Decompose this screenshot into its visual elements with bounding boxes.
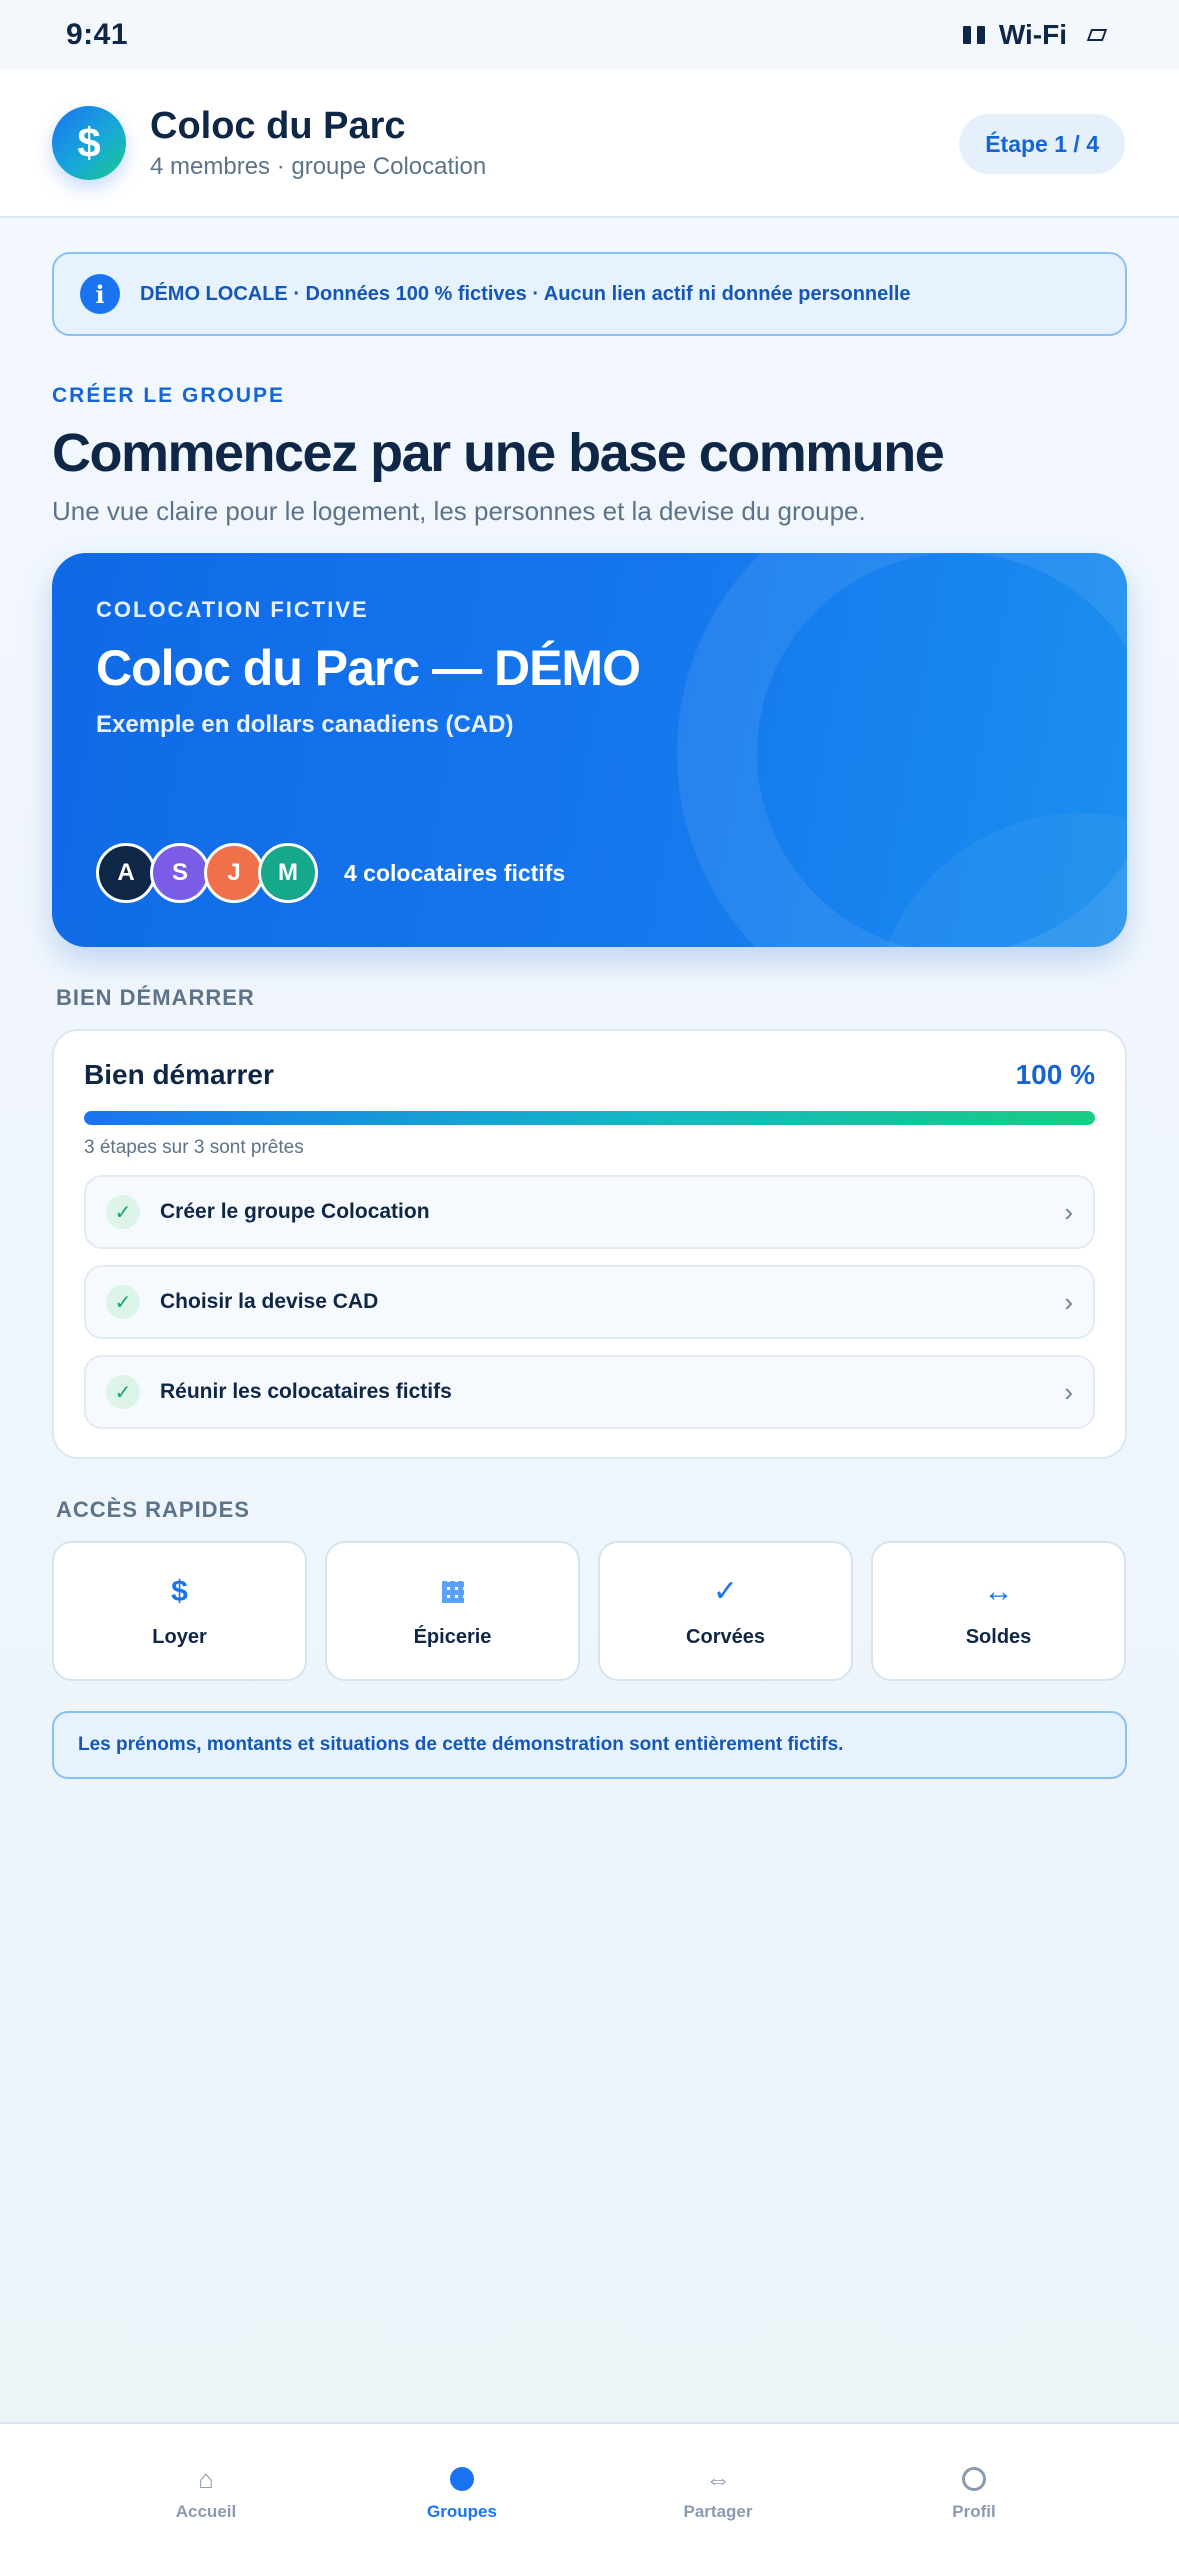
card-header: Bien démarrer 100 % [84,1059,1095,1091]
hero-subtitle: Exemple en dollars canadiens (CAD) [96,711,514,738]
tab-label: Profil [952,2502,996,2521]
quick-label: Loyer [152,1625,207,1648]
avatar: A [96,843,156,903]
grid-icon [441,1574,464,1610]
chevron-right-icon: › [1064,1376,1073,1407]
group-subtitle: 4 membres · groupe Colocation [150,152,487,180]
swap-icon: ↔ [983,1574,1014,1608]
group-hero-card[interactable]: COLOCATION FICTIVE Coloc du Parc — DÉMO … [52,553,1127,947]
avatar: M [258,843,318,903]
quick-label: Corvées [686,1625,765,1648]
signal-icon [962,26,985,44]
task-label: Choisir la devise CAD [160,1290,379,1313]
hero-title: Coloc du Parc — DÉMO [96,640,641,696]
section-label-getting-started: BIEN DÉMARRER [56,985,255,1010]
quick-balances-button[interactable]: ↔ Soldes [871,1541,1126,1681]
card-title: Bien démarrer [84,1059,274,1090]
progress-percent: 100 % [1015,1059,1095,1090]
hero-eyebrow: COLOCATION FICTIVE [96,597,369,622]
tab-label: Partager [683,2502,753,2521]
disclaimer-note: Les prénoms, montants et situations de c… [52,1711,1127,1779]
quick-label: Épicerie [413,1625,492,1648]
members-count: 4 colocataires fictifs [344,859,566,886]
info-icon: i [80,274,120,314]
status-indicators: Wi-Fi [962,19,1108,51]
home-icon: ⌂ [198,2463,214,2494]
chevron-right-icon: › [1064,1196,1073,1227]
status-bar: 9:41 Wi-Fi [0,0,1179,70]
task-choose-currency[interactable]: ✓ Choisir la devise CAD › [84,1265,1095,1339]
tab-share[interactable]: ⇔ Partager [590,2424,846,2556]
section-label-quick-access: ACCÈS RAPIDES [56,1497,250,1522]
check-icon: ✓ [106,1195,140,1229]
quick-label: Soldes [965,1625,1032,1648]
quick-chores-button[interactable]: ✓ Corvées [598,1541,853,1681]
member-avatars: A S J M 4 colocataires fictifs [96,843,565,903]
app-header: $ Coloc du Parc 4 membres · groupe Coloc… [0,70,1179,218]
tab-profile[interactable]: Profil [846,2424,1102,2556]
task-label: Réunir les colocataires fictifs [160,1380,452,1403]
avatar: J [204,843,264,903]
page-title: Commencez par une base commune [52,423,945,483]
quick-grocery-button[interactable]: Épicerie [325,1541,580,1681]
section-eyebrow: CRÉER LE GROUPE [52,384,286,407]
quick-access-grid: $ Loyer Épicerie ✓ Corvées ↔ Soldes [52,1541,1127,1681]
chevron-right-icon: › [1064,1286,1073,1317]
avatar: S [150,843,210,903]
tab-home[interactable]: ⌂ Accueil [78,2424,334,2556]
tab-label: Groupes [427,2502,497,2521]
header-text: Coloc du Parc 4 membres · groupe Colocat… [150,105,486,181]
check-icon: ✓ [106,1375,140,1409]
battery-icon [1086,29,1108,41]
getting-started-card: Bien démarrer 100 % 3 étapes sur 3 sont … [52,1029,1127,1459]
task-create-group[interactable]: ✓ Créer le groupe Colocation › [84,1175,1095,1249]
progress-fill [84,1111,1095,1125]
page-subtitle: Une vue claire pour le logement, les per… [52,496,866,526]
bottom-tab-bar: ⌂ Accueil Groupes ⇔ Partager Profil [0,2422,1179,2556]
task-label: Créer le groupe Colocation [160,1200,430,1223]
progress-bar [84,1111,1095,1125]
group-title: Coloc du Parc [150,105,406,148]
check-icon: ✓ [106,1285,140,1319]
share-icon: ⇔ [705,2463,731,2494]
groups-icon [450,2464,474,2494]
quick-rent-button[interactable]: $ Loyer [52,1541,307,1681]
dollar-icon: $ [171,1574,188,1608]
main-content: i DÉMO LOCALE · Données 100 % fictives ·… [52,218,1127,1779]
progress-caption: 3 étapes sur 3 sont prêtes [84,1137,304,1158]
wifi-label: Wi-Fi [998,19,1067,50]
app-logo-icon: $ [52,106,126,180]
check-icon: ✓ [712,1575,739,1608]
task-gather-roommates[interactable]: ✓ Réunir les colocataires fictifs › [84,1355,1095,1429]
profile-icon [962,2464,986,2494]
tab-label: Accueil [175,2502,237,2521]
tab-groups[interactable]: Groupes [334,2424,590,2556]
status-time: 9:41 [66,18,129,51]
demo-banner: i DÉMO LOCALE · Données 100 % fictives ·… [52,252,1127,336]
demo-banner-text: DÉMO LOCALE · Données 100 % fictives · A… [140,282,911,305]
step-indicator: Étape 1 / 4 [959,114,1125,174]
